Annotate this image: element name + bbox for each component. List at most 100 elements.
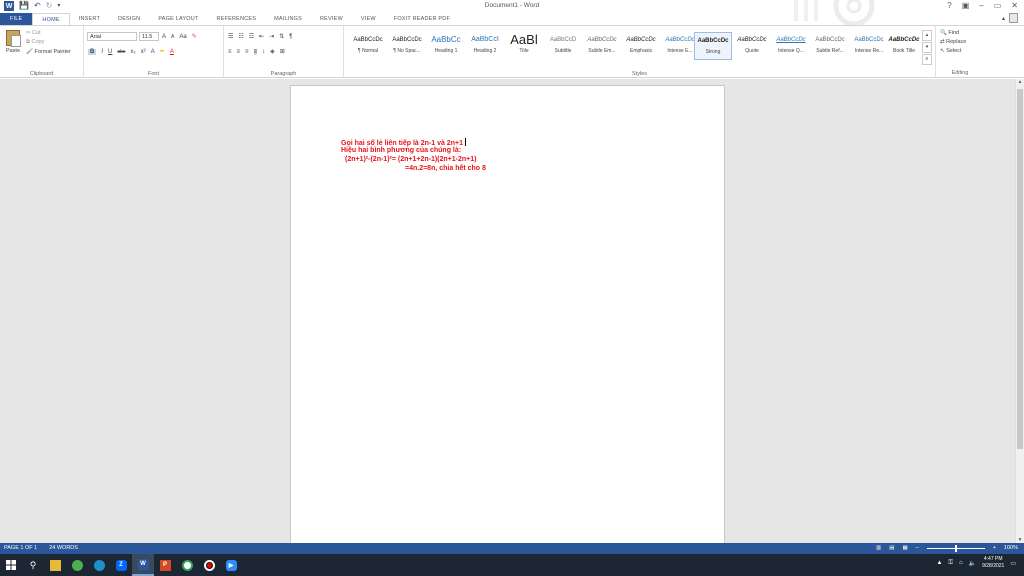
- word-taskbar-icon[interactable]: W: [132, 554, 154, 576]
- replace-button[interactable]: ⇄ Replace: [940, 39, 966, 45]
- edge-icon[interactable]: [88, 554, 110, 576]
- ribbon-display-button[interactable]: ▣: [962, 1, 970, 10]
- chrome-icon[interactable]: [176, 554, 198, 576]
- bullets-icon[interactable]: ☰: [228, 33, 233, 40]
- underline-button[interactable]: U: [108, 49, 112, 55]
- gallery-more-icon[interactable]: ≡: [922, 54, 932, 65]
- record-icon[interactable]: [198, 554, 220, 576]
- gallery-up-icon[interactable]: ▴: [922, 30, 932, 41]
- style-normal[interactable]: AaBbCcDc ¶ Normal: [349, 32, 387, 60]
- style-emphasis[interactable]: AaBbCcDc Emphasis: [622, 32, 660, 60]
- bold-button[interactable]: B: [88, 48, 97, 55]
- line-spacing-icon[interactable]: ↕: [262, 49, 265, 55]
- volume-icon[interactable]: 🔈: [969, 560, 976, 567]
- app-green-icon[interactable]: [66, 554, 88, 576]
- powerpoint-icon[interactable]: P: [154, 554, 176, 576]
- search-icon[interactable]: ⚲: [22, 554, 44, 576]
- zoom-in-button[interactable]: +: [993, 545, 996, 551]
- minimize-button[interactable]: –: [979, 1, 983, 10]
- tab-file[interactable]: FILE: [0, 13, 33, 25]
- subscript-button[interactable]: x₂: [130, 49, 135, 55]
- numbering-icon[interactable]: ☷: [238, 33, 243, 40]
- doc-line-4[interactable]: =4n.2=8n, chia hết cho 8: [405, 165, 486, 172]
- collapse-ribbon-icon[interactable]: ▴: [1002, 15, 1005, 22]
- page-count[interactable]: PAGE 1 OF 1: [4, 545, 37, 551]
- scroll-thumb[interactable]: [1017, 89, 1023, 449]
- superscript-button[interactable]: x²: [141, 49, 146, 55]
- sort-icon[interactable]: ⇅: [279, 33, 284, 40]
- multilevel-list-icon[interactable]: ☲: [249, 33, 254, 40]
- tab-insert[interactable]: INSERT: [70, 13, 109, 25]
- close-button[interactable]: ✕: [1011, 1, 1018, 10]
- style-subtitle[interactable]: AaBbCcD Subtitle: [544, 32, 582, 60]
- text-effects-icon[interactable]: A: [151, 49, 155, 55]
- zoom-slider-thumb[interactable]: [954, 544, 957, 552]
- increase-indent-icon[interactable]: ⇥: [269, 33, 274, 40]
- gallery-down-icon[interactable]: ▾: [922, 42, 932, 53]
- usb-icon[interactable]: ⚿: [948, 560, 953, 567]
- style-no-spacing[interactable]: AaBbCcDc ¶ No Spac...: [388, 32, 426, 60]
- highlight-icon[interactable]: ✒: [160, 48, 165, 55]
- strikethrough-button[interactable]: abc: [117, 49, 125, 55]
- grow-font-button[interactable]: A: [162, 34, 166, 40]
- start-button[interactable]: [0, 554, 22, 576]
- help-button[interactable]: ?: [947, 1, 951, 10]
- tray-overflow-icon[interactable]: ▲: [936, 560, 942, 566]
- tab-home[interactable]: HOME: [32, 13, 70, 25]
- zoom-slider[interactable]: [926, 544, 985, 552]
- vertical-scrollbar[interactable]: ▲ ▼: [1015, 79, 1024, 543]
- borders-icon[interactable]: ⊞: [280, 48, 285, 55]
- style-subtle-reference[interactable]: AaBbCcDc Subtle Ref...: [811, 32, 849, 60]
- align-right-icon[interactable]: ≡: [245, 49, 249, 55]
- web-layout-icon[interactable]: ▦: [902, 545, 907, 551]
- style-quote[interactable]: AaBbCcDc Quote: [733, 32, 771, 60]
- align-center-icon[interactable]: ≡: [237, 49, 241, 55]
- zoom-level[interactable]: 100%: [1004, 545, 1018, 551]
- zoom-app-icon[interactable]: ▶: [220, 554, 242, 576]
- style-title[interactable]: AaBl Title: [505, 32, 543, 60]
- justify-icon[interactable]: ≡: [253, 48, 258, 55]
- style-subtle-emphasis[interactable]: AaBbCcDc Subtle Em...: [583, 32, 621, 60]
- font-size-select[interactable]: 11.5: [139, 32, 159, 41]
- italic-button[interactable]: I: [101, 49, 103, 55]
- word-count[interactable]: 24 WORDS: [49, 545, 78, 551]
- file-explorer-icon[interactable]: [44, 554, 66, 576]
- cut-button[interactable]: ✂ Cut: [26, 30, 71, 36]
- tab-foxit-reader-pdf[interactable]: FOXIT READER PDF: [385, 13, 459, 25]
- restore-button[interactable]: ▭: [994, 1, 1002, 10]
- tab-design[interactable]: DESIGN: [109, 13, 149, 25]
- copy-button[interactable]: ⧉ Copy: [26, 39, 71, 46]
- change-case-button[interactable]: Aa: [179, 34, 186, 40]
- align-left-icon[interactable]: ≡: [228, 49, 232, 55]
- tab-mailings[interactable]: MAILINGS: [265, 13, 311, 25]
- clock[interactable]: 4:47 PM 9/28/2021: [982, 556, 1004, 570]
- select-button[interactable]: ↖ Select: [940, 48, 966, 54]
- decrease-indent-icon[interactable]: ⇤: [259, 33, 264, 40]
- show-marks-icon[interactable]: ¶: [289, 34, 292, 40]
- doc-line-3[interactable]: (2n+1)²-(2n-1)²= (2n+1+2n-1)(2n+1-2n+1): [345, 156, 476, 163]
- tab-references[interactable]: REFERENCES: [208, 13, 266, 25]
- font-name-select[interactable]: Arial: [87, 32, 137, 41]
- paste-button[interactable]: Paste: [4, 30, 22, 54]
- network-icon[interactable]: ⌂: [959, 560, 963, 566]
- shrink-font-button[interactable]: A: [171, 34, 174, 40]
- tab-view[interactable]: VIEW: [352, 13, 385, 25]
- shading-icon[interactable]: ◈: [270, 48, 275, 55]
- style-intense-quote[interactable]: AaBbCcDc Intense Q...: [772, 32, 810, 60]
- style-intense-reference[interactable]: AaBbCcDc Intense Re...: [850, 32, 888, 60]
- print-layout-icon[interactable]: ▤: [889, 545, 894, 551]
- doc-line-1[interactable]: Gọi hai số lẻ liên tiếp là 2n-1 và 2n+1: [341, 138, 466, 147]
- zalo-icon[interactable]: Z: [110, 554, 132, 576]
- font-color-icon[interactable]: A: [170, 49, 174, 55]
- scroll-up-icon[interactable]: ▲: [1016, 79, 1024, 85]
- notification-icon[interactable]: ▭: [1010, 560, 1016, 567]
- find-button[interactable]: 🔍 Find: [940, 30, 966, 36]
- avatar[interactable]: [1009, 13, 1018, 23]
- format-painter-button[interactable]: 🖌 Format Painter: [26, 49, 71, 55]
- style-heading-1[interactable]: AaBbCc Heading 1: [427, 32, 465, 60]
- style-heading-2[interactable]: AaBbCcI Heading 2: [466, 32, 504, 60]
- style-strong[interactable]: AaBbCcDc Strong: [694, 32, 732, 60]
- document-page[interactable]: Gọi hai số lẻ liên tiếp là 2n-1 và 2n+1 …: [290, 85, 725, 545]
- zoom-out-button[interactable]: –: [916, 545, 919, 551]
- doc-line-2[interactable]: Hiệu hai bình phương của chúng là:: [341, 147, 461, 154]
